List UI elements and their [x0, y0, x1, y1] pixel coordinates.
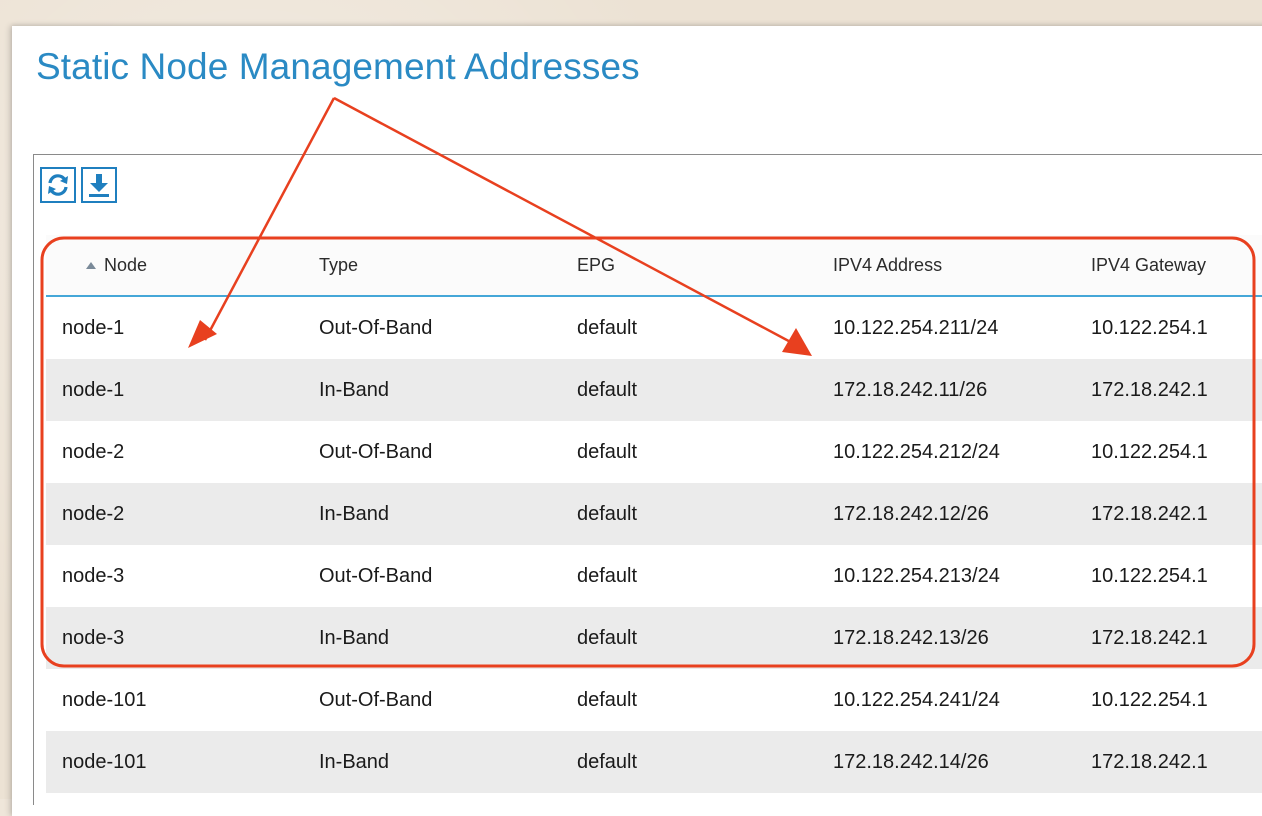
cell-epg: default — [577, 440, 638, 463]
cell-ipv4-gateway: 10.122.254.1 — [1091, 564, 1208, 587]
table-toolbar — [40, 167, 117, 203]
cell-ipv4-address: 172.18.242.14/26 — [833, 750, 989, 773]
cell-ipv4-gateway: 10.122.254.1 — [1091, 688, 1208, 711]
cell-ipv4-gateway: 172.18.242.1 — [1091, 626, 1208, 649]
cell-ipv4-gateway: 172.18.242.1 — [1091, 750, 1208, 773]
cell-ipv4-address: 172.18.242.12/26 — [833, 502, 989, 525]
table-container: Node Type EPG IPV4 Address IPV4 Gateway … — [33, 154, 1262, 805]
cell-node: node-101 — [62, 750, 147, 773]
cell-node: node-1 — [62, 378, 125, 401]
download-icon — [89, 174, 109, 197]
table-row[interactable]: node-3 In-Band default 172.18.242.13/26 … — [46, 607, 1262, 669]
cell-ipv4-address: 10.122.254.212/24 — [833, 440, 1000, 463]
page-title: Static Node Management Addresses — [36, 46, 640, 87]
cell-ipv4-gateway: 172.18.242.1 — [1091, 378, 1208, 401]
cell-ipv4-address: 10.122.254.211/24 — [833, 316, 999, 339]
table-row[interactable]: node-1 Out-Of-Band default 10.122.254.21… — [46, 297, 1262, 359]
column-header-node[interactable]: Node — [62, 235, 147, 295]
cell-ipv4-address: 10.122.254.213/24 — [833, 564, 1000, 587]
table-row[interactable]: node-2 In-Band default 172.18.242.12/26 … — [46, 483, 1262, 545]
refresh-icon — [48, 174, 68, 196]
refresh-button[interactable] — [40, 167, 76, 203]
cell-epg: default — [577, 502, 638, 525]
column-header-label: Node — [104, 254, 148, 275]
cell-type: In-Band — [319, 626, 390, 649]
table-header: Node Type EPG IPV4 Address IPV4 Gateway — [46, 235, 1262, 297]
cell-type: Out-Of-Band — [319, 440, 433, 463]
table-row[interactable]: node-101 In-Band default 172.18.242.14/2… — [46, 731, 1262, 793]
content-panel: Static Node Management Addresses Node Ty… — [12, 26, 1262, 816]
cell-type: In-Band — [319, 502, 390, 525]
cell-type: Out-Of-Band — [319, 316, 433, 339]
cell-node: node-3 — [62, 564, 125, 587]
cell-ipv4-gateway: 10.122.254.1 — [1091, 316, 1208, 339]
table-row[interactable]: node-101 Out-Of-Band default 10.122.254.… — [46, 669, 1262, 731]
cell-epg: default — [577, 564, 638, 587]
cell-node: node-101 — [62, 688, 147, 711]
cell-type: Out-Of-Band — [319, 688, 433, 711]
cell-epg: default — [577, 378, 638, 401]
column-header-ipv4-gateway[interactable]: IPV4 Gateway — [1091, 235, 1206, 295]
cell-node: node-2 — [62, 440, 125, 463]
cell-ipv4-address: 172.18.242.11/26 — [833, 378, 988, 401]
cell-node: node-2 — [62, 502, 125, 525]
cell-ipv4-gateway: 10.122.254.1 — [1091, 440, 1208, 463]
node-address-table: Node Type EPG IPV4 Address IPV4 Gateway … — [46, 235, 1262, 793]
table-row[interactable]: node-3 Out-Of-Band default 10.122.254.21… — [46, 545, 1262, 607]
cell-ipv4-address: 10.122.254.241/24 — [833, 688, 1000, 711]
table-row[interactable]: node-1 In-Band default 172.18.242.11/26 … — [46, 359, 1262, 421]
table-row[interactable]: node-2 Out-Of-Band default 10.122.254.21… — [46, 421, 1262, 483]
column-header-ipv4-address[interactable]: IPV4 Address — [833, 235, 942, 295]
column-header-type[interactable]: Type — [319, 235, 358, 295]
column-header-epg[interactable]: EPG — [577, 235, 615, 295]
sort-ascending-icon — [86, 261, 96, 269]
cell-ipv4-gateway: 172.18.242.1 — [1091, 502, 1208, 525]
download-button[interactable] — [81, 167, 117, 203]
cell-epg: default — [577, 688, 638, 711]
cell-node: node-3 — [62, 626, 125, 649]
cell-epg: default — [577, 750, 638, 773]
cell-epg: default — [577, 316, 638, 339]
cell-ipv4-address: 172.18.242.13/26 — [833, 626, 989, 649]
cell-type: In-Band — [319, 750, 390, 773]
cell-node: node-1 — [62, 316, 125, 339]
cell-type: In-Band — [319, 378, 390, 401]
cell-epg: default — [577, 626, 638, 649]
cell-type: Out-Of-Band — [319, 564, 433, 587]
